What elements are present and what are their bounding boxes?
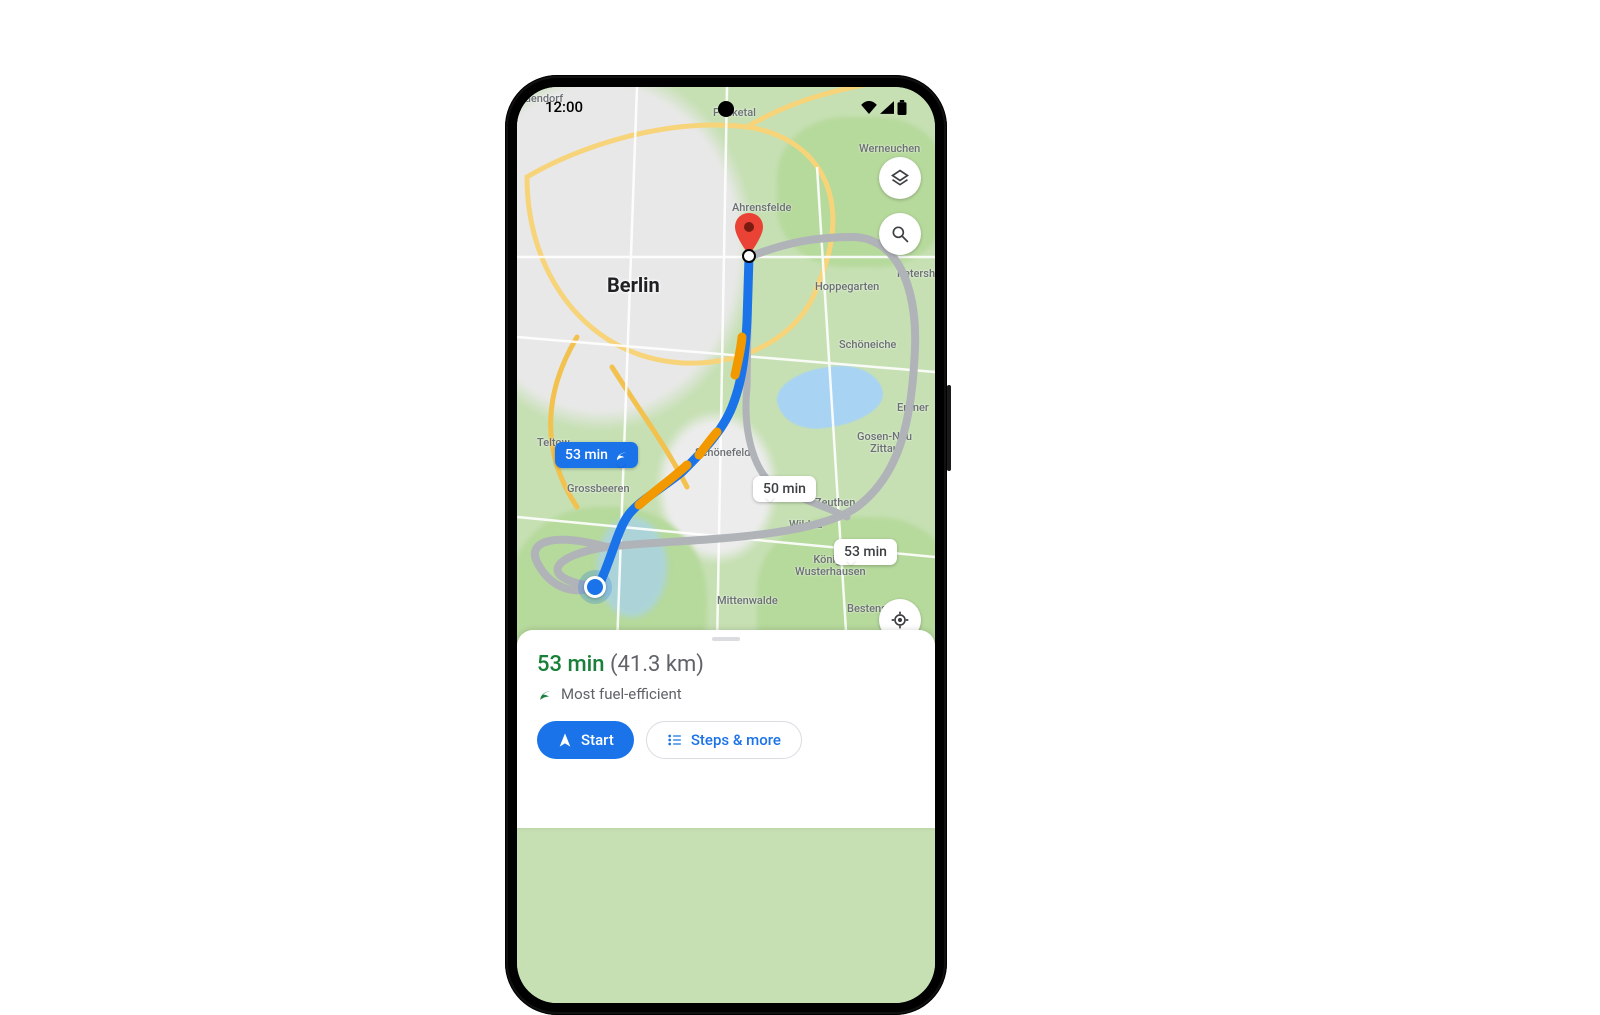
start-button[interactable]: Start [537,721,634,759]
screen: Berlin WerneuchenAhrensfeldeHoppegartenS… [517,87,935,1003]
map[interactable]: Berlin WerneuchenAhrensfeldeHoppegartenS… [517,87,935,1003]
route-chip-primary[interactable]: 53 min [555,442,638,468]
current-location-dot[interactable] [584,576,606,598]
route-distance: (41.3 km) [610,652,704,677]
layers-button[interactable] [879,157,921,199]
phone-side-button [947,385,951,471]
route-chip-label: 53 min [565,447,608,463]
leaf-icon [614,448,628,462]
list-icon [667,732,683,748]
cellular-icon [880,101,894,114]
start-button-label: Start [581,731,614,749]
battery-icon [897,100,907,115]
route-alt-east[interactable] [558,237,916,587]
route-chip-alt-east[interactable]: 50 min [753,476,816,502]
search-icon [890,224,910,244]
route-chip-alt-south[interactable]: 53 min [834,539,897,565]
leaf-icon [537,686,553,702]
route-subtitle: Most fuel-efficient [537,685,915,703]
wifi-icon [861,101,877,114]
layers-icon [890,168,910,188]
route-sheet[interactable]: 53 min (41.3 km) Most fuel-efficient Sta… [517,630,935,828]
route-time: 53 min [537,652,605,677]
route-subtitle-text: Most fuel-efficient [561,685,682,703]
camera-hole [718,101,734,117]
route-headline: 53 min (41.3 km) [537,652,915,677]
route-chip-label: 53 min [844,544,887,560]
navigation-icon [557,732,573,748]
steps-button-label: Steps & more [691,731,781,749]
phone-frame: Berlin WerneuchenAhrensfeldeHoppegartenS… [505,75,947,1015]
search-button[interactable] [879,213,921,255]
destination-pin[interactable] [734,213,764,259]
sheet-grab-handle[interactable] [712,637,740,641]
clock: 12:00 [545,98,583,116]
steps-button[interactable]: Steps & more [646,721,802,759]
crosshair-icon [890,610,910,630]
route-chip-label: 50 min [763,481,806,497]
